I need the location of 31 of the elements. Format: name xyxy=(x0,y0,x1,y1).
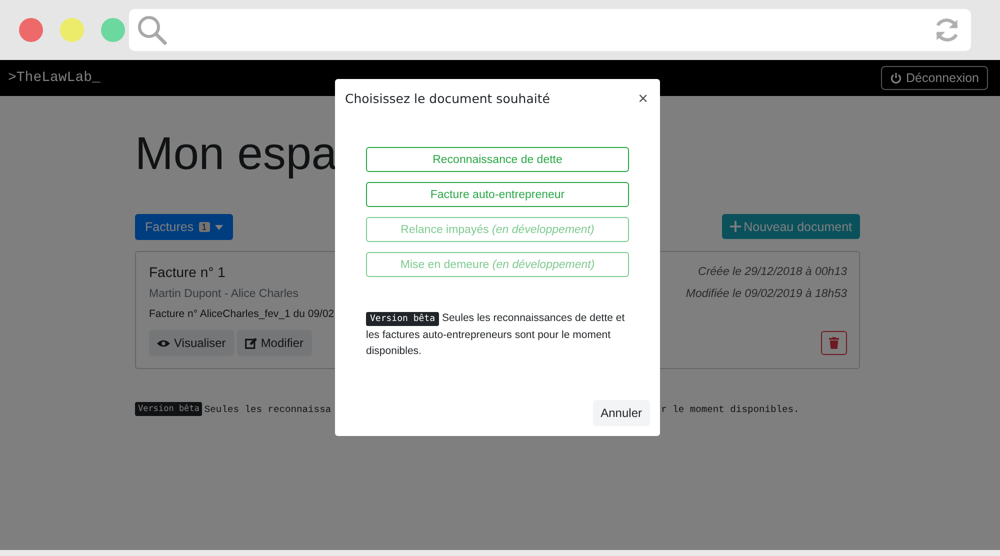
maximize-window-icon[interactable] xyxy=(101,18,125,42)
created-date: Créée le 29/12/2018 à 00h13 xyxy=(698,266,847,278)
document-title: Facture n° 1 xyxy=(149,264,226,280)
page-title: Mon espa xyxy=(135,126,338,180)
delete-button[interactable] xyxy=(821,331,847,355)
brand-logo[interactable]: >TheLawLab_ xyxy=(8,70,100,86)
close-window-icon[interactable] xyxy=(19,18,43,42)
close-button[interactable]: × xyxy=(636,90,650,107)
document-parties: Martin Dupont - Alice Charles xyxy=(149,288,299,300)
factures-dropdown-button[interactable]: Factures 1 xyxy=(135,214,233,240)
search-icon xyxy=(137,15,167,45)
edit-icon xyxy=(244,337,257,349)
logout-button[interactable]: Déconnexion xyxy=(881,66,988,90)
beta-notice: Seules les reconnaissa xyxy=(204,404,332,414)
beta-badge: Version bêta xyxy=(135,402,202,416)
trash-icon xyxy=(829,337,839,349)
power-icon xyxy=(890,72,902,84)
document-type-button[interactable]: Reconnaissance de dette xyxy=(366,147,629,172)
document-reference: Facture n° AliceCharles_fev_1 du 09/02 xyxy=(149,308,334,320)
dialog-title: Choisissez le document souhaité xyxy=(345,91,550,106)
beta-notice: r le moment disponibles. xyxy=(661,404,800,414)
beta-notice: Version bêta Seules les reconnaissances de dette et les factures auto-entrepreneurs sont pour le moment disponibles. xyxy=(366,311,626,359)
cancel-button[interactable]: Annuler xyxy=(592,400,650,426)
caret-icon xyxy=(214,224,223,230)
plus-icon xyxy=(730,221,741,232)
edit-button[interactable]: Modifier xyxy=(236,330,312,356)
new-document-button[interactable]: Nouveau document xyxy=(722,214,860,239)
view-button[interactable]: Visualiser xyxy=(149,330,234,356)
modified-date: Modifiée le 09/02/2019 à 18h53 xyxy=(686,288,847,300)
eye-icon xyxy=(157,338,170,348)
document-type-button[interactable]: Facture auto-entrepreneur xyxy=(366,182,629,207)
